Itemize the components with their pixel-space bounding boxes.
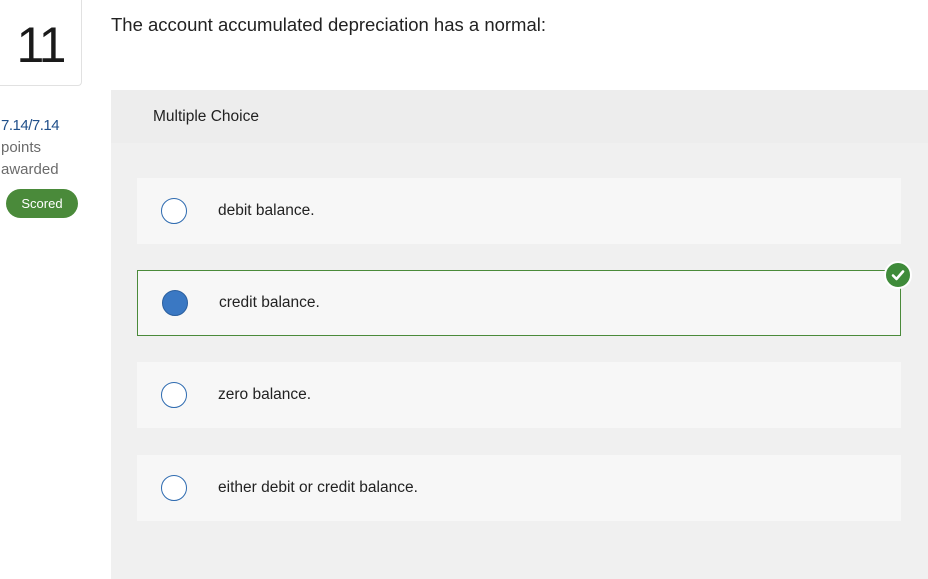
radio-button[interactable] <box>161 382 187 408</box>
question-number: 11 <box>16 16 67 73</box>
question-number-box: 11 <box>0 0 82 86</box>
question-text: The account accumulated depreciation has… <box>111 14 547 35</box>
answer-option-correct[interactable]: credit balance. <box>137 270 901 336</box>
check-circle-icon <box>884 261 912 289</box>
answer-option-label: zero balance. <box>218 386 312 403</box>
answer-option[interactable]: either debit or credit balance. <box>137 455 901 521</box>
scored-badge: Scored <box>6 189 78 218</box>
awarded-label: awarded <box>1 161 59 178</box>
answer-option-label: debit balance. <box>218 202 315 219</box>
answer-option-label: either debit or credit balance. <box>218 479 418 496</box>
answer-option[interactable]: zero balance. <box>137 362 901 428</box>
multiple-choice-panel: Multiple Choice debit balance. credit ba… <box>111 90 928 579</box>
answer-option-label: credit balance. <box>219 294 320 311</box>
radio-button[interactable] <box>161 475 187 501</box>
score-panel: 7.14/7.14 points awarded <box>1 115 60 181</box>
radio-button[interactable] <box>161 198 187 224</box>
points-label: points <box>1 139 42 156</box>
question-page: 11 7.14/7.14 points awarded Scored The a… <box>0 0 928 579</box>
multiple-choice-title: Multiple Choice <box>153 107 259 125</box>
answer-option[interactable]: debit balance. <box>137 178 901 244</box>
points-value: 7.14/7.14 <box>1 117 60 134</box>
radio-button-selected[interactable] <box>162 290 188 316</box>
checkmark-icon <box>891 270 905 281</box>
multiple-choice-header: Multiple Choice <box>111 90 928 143</box>
